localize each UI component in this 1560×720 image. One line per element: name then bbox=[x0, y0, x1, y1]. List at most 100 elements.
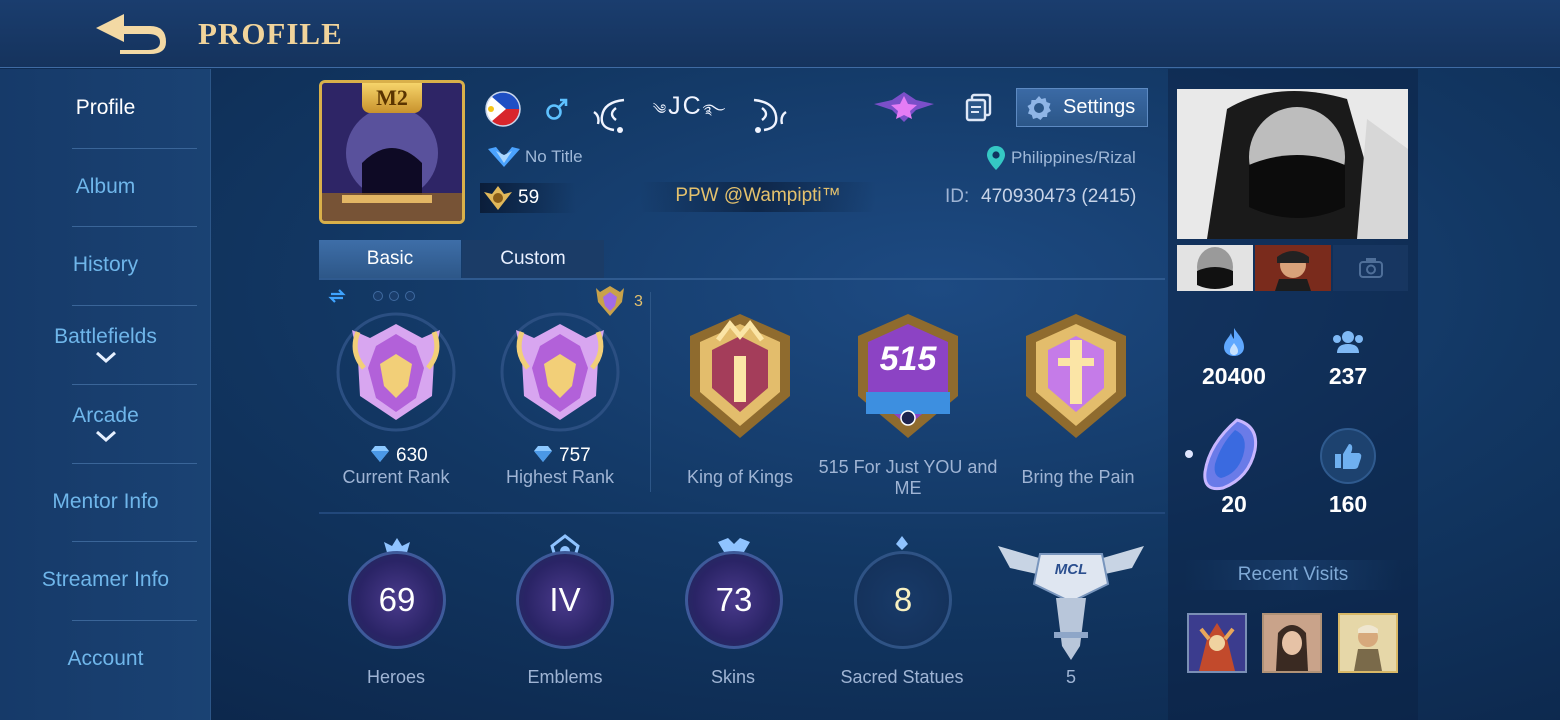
name-ornament-right-icon bbox=[753, 98, 787, 133]
highest-rank-value: 757 bbox=[559, 445, 591, 466]
highest-rank-emblem-icon[interactable] bbox=[500, 312, 620, 432]
mcl-count: 5 bbox=[1065, 667, 1076, 687]
sidebar-item-battlefields[interactable]: Battlefields bbox=[0, 305, 211, 383]
sidebar-item-album[interactable]: Album bbox=[0, 148, 211, 226]
sidebar-item-label: History bbox=[72, 253, 139, 276]
sidebar-item-label: Album bbox=[75, 175, 136, 198]
sacred-statues-label: Sacred Statues bbox=[840, 667, 964, 687]
profile-photo-icon bbox=[1177, 89, 1408, 239]
male-gender-icon bbox=[546, 98, 568, 120]
tab-label: Basic bbox=[366, 248, 414, 269]
badge-count: 3 bbox=[634, 293, 643, 310]
star-rank-icon[interactable] bbox=[872, 88, 936, 126]
sidebar-item-mentor-info[interactable]: Mentor Info bbox=[0, 463, 211, 541]
photo-album-icon bbox=[1358, 258, 1383, 278]
profile-photo-thumb-2[interactable] bbox=[1255, 245, 1331, 291]
sidebar-item-streamer-info[interactable]: Streamer Info bbox=[0, 541, 211, 619]
sidebar-item-history[interactable]: History bbox=[0, 226, 211, 304]
mcl-trophy-icon[interactable] bbox=[996, 536, 1146, 664]
visitor-avatar-icon bbox=[1340, 615, 1396, 671]
sidebar-item-label: Streamer Info bbox=[41, 568, 170, 591]
photo-thumb-icon bbox=[1177, 245, 1253, 291]
sidebar-item-account[interactable]: Account bbox=[0, 620, 211, 698]
player-name: JC bbox=[668, 92, 703, 120]
sidebar-item-label: Battlefields bbox=[54, 325, 157, 348]
player-title: No Title bbox=[525, 147, 583, 166]
friends-icon bbox=[1333, 331, 1363, 353]
photo-thumb-icon bbox=[1255, 245, 1331, 291]
skins-label: Skins bbox=[710, 667, 755, 687]
name-ornament-left-icon bbox=[593, 98, 625, 133]
title-wing-icon bbox=[488, 147, 520, 167]
profile-card-icon[interactable] bbox=[964, 92, 994, 122]
location-text: Philippines/Rizal bbox=[1011, 148, 1136, 167]
divider bbox=[319, 512, 1165, 514]
ornament-text: ༄ bbox=[652, 101, 669, 117]
recent-visitor-avatar[interactable] bbox=[1187, 613, 1247, 673]
king-of-kings-badge-icon[interactable] bbox=[678, 310, 802, 442]
achievement-label: 515 For Just YOU and ME bbox=[818, 457, 998, 498]
gear-icon bbox=[1027, 95, 1051, 120]
profile-photo-thumb-1[interactable] bbox=[1177, 245, 1253, 291]
highest-rank-label: Highest Rank bbox=[505, 467, 615, 487]
profile-photo-main[interactable] bbox=[1177, 89, 1408, 239]
emblems-count[interactable]: IV bbox=[516, 551, 614, 649]
tab-basic[interactable]: Basic bbox=[319, 240, 461, 278]
player-id[interactable]: 470930473 (2415) bbox=[981, 186, 1136, 208]
515-badge-text: 515 bbox=[879, 340, 937, 378]
recent-visitor-avatar[interactable] bbox=[1338, 613, 1398, 673]
tab-label: Custom bbox=[500, 248, 566, 269]
sidebar-item-arcade[interactable]: Arcade bbox=[0, 384, 211, 462]
settings-button[interactable]: Settings bbox=[1016, 88, 1148, 127]
emblems-label: Emblems bbox=[527, 667, 603, 687]
diamond-icon bbox=[534, 446, 552, 462]
add-photo-slot[interactable] bbox=[1333, 245, 1408, 291]
achievement-label: Bring the Pain bbox=[1021, 467, 1135, 487]
top-bar: PROFILE bbox=[0, 0, 1560, 68]
visitor-avatar-icon bbox=[1189, 615, 1245, 671]
heroes-count[interactable]: 69 bbox=[348, 551, 446, 649]
recent-visits-label: Recent Visits bbox=[1237, 564, 1349, 585]
level-wings-icon bbox=[484, 186, 512, 210]
sidebar-item-label: Mentor Info bbox=[52, 490, 159, 513]
avatar[interactable]: M2 bbox=[319, 80, 465, 224]
bring-the-pain-badge-icon[interactable] bbox=[1014, 310, 1138, 442]
sidebar-item-label: Profile bbox=[75, 96, 136, 119]
sidebar-item-profile[interactable]: Profile bbox=[0, 69, 211, 147]
popularity-value: 20400 bbox=[1202, 363, 1266, 389]
back-arrow-icon[interactable] bbox=[90, 10, 170, 56]
chevron-down-icon bbox=[95, 430, 116, 442]
swap-icon[interactable] bbox=[328, 287, 346, 305]
visitor-avatar-icon bbox=[1264, 615, 1320, 671]
squad-name[interactable]: PPW @Wampipti™ bbox=[640, 185, 876, 207]
sidebar: Profile Album History Battlefields Arcad… bbox=[0, 69, 211, 720]
diamond-icon bbox=[371, 446, 389, 462]
divider bbox=[650, 292, 651, 492]
achievement-label: King of Kings bbox=[686, 467, 794, 487]
tab-custom[interactable]: Custom bbox=[462, 240, 604, 278]
location-pin-icon bbox=[987, 146, 1005, 170]
skins-count[interactable]: 73 bbox=[685, 551, 783, 649]
heroes-label: Heroes bbox=[366, 667, 426, 687]
thumbs-up-icon bbox=[1335, 444, 1362, 469]
current-rank-value: 630 bbox=[396, 445, 428, 466]
current-rank-label: Current Rank bbox=[342, 467, 450, 487]
player-level: 59 bbox=[518, 187, 540, 208]
sacred-statues-count[interactable]: 8 bbox=[854, 551, 952, 649]
recent-visitor-avatar[interactable] bbox=[1262, 613, 1322, 673]
page-dots-icon bbox=[373, 291, 415, 301]
id-label: ID: bbox=[945, 186, 970, 207]
likes-value: 160 bbox=[1328, 491, 1368, 517]
philippines-flag-icon bbox=[485, 91, 521, 127]
chevron-down-icon bbox=[95, 351, 116, 363]
popularity-flame-icon bbox=[1224, 328, 1244, 356]
frame-badge: M2 bbox=[362, 83, 422, 113]
current-rank-emblem-icon[interactable] bbox=[336, 312, 456, 432]
like-button[interactable] bbox=[1320, 428, 1376, 484]
sidebar-item-label: Arcade bbox=[72, 404, 139, 427]
page-title: PROFILE bbox=[198, 16, 343, 51]
ornament-text: ࿐ bbox=[702, 101, 728, 117]
friends-value: 237 bbox=[1328, 363, 1368, 389]
charm-gem-icon bbox=[1185, 418, 1258, 491]
sidebar-item-label: Account bbox=[67, 647, 144, 670]
